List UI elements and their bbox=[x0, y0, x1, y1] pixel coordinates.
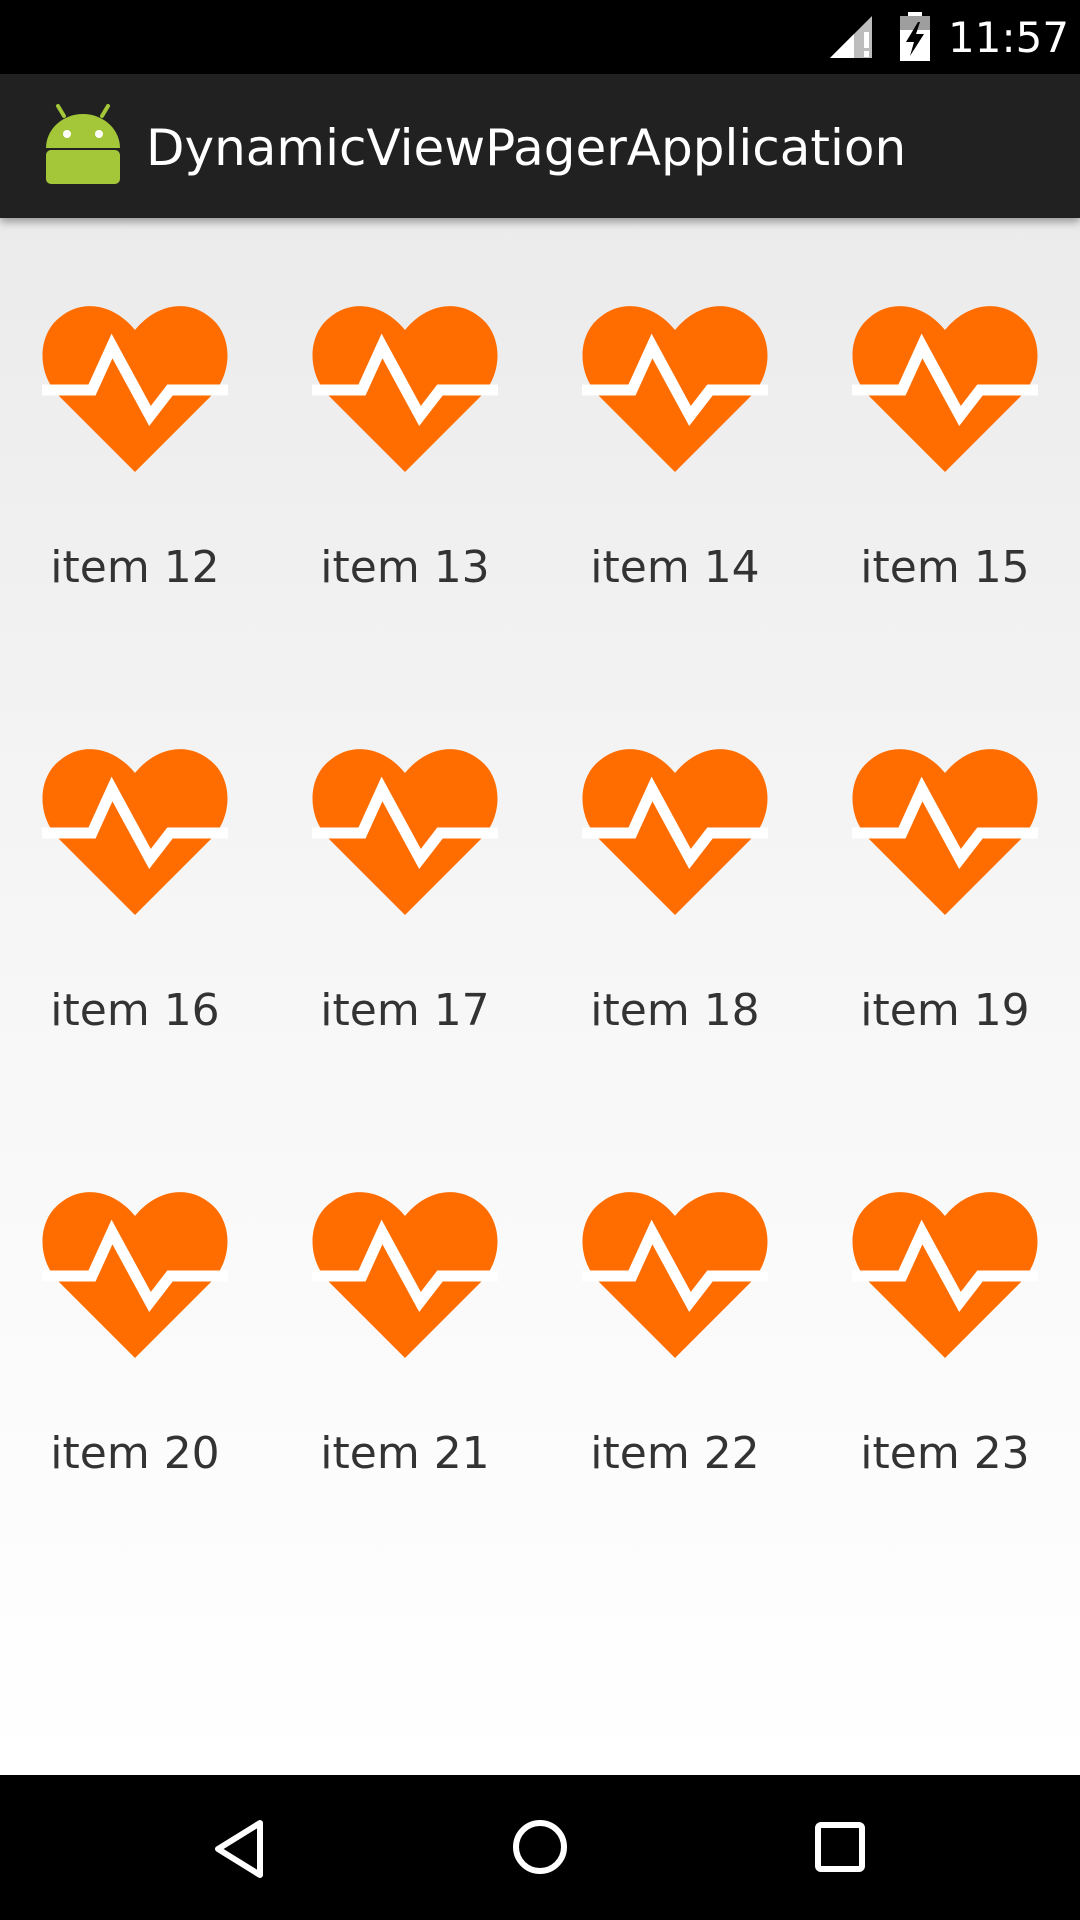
grid-row: item 16 item 17 item 18 item 19 bbox=[0, 661, 1080, 1104]
android-robot-icon bbox=[42, 104, 124, 190]
item-label: item 22 bbox=[590, 1428, 760, 1479]
action-bar: DynamicViewPagerApplication bbox=[0, 74, 1080, 218]
grid-item[interactable]: item 22 bbox=[540, 1104, 810, 1547]
app-title: DynamicViewPagerApplication bbox=[146, 119, 907, 177]
content-area: item 12 item 13 item 14 item 15 item 16 … bbox=[0, 218, 1080, 1775]
grid-item[interactable]: item 18 bbox=[540, 661, 810, 1104]
item-label: item 21 bbox=[320, 1428, 490, 1479]
recents-icon[interactable] bbox=[814, 1821, 866, 1877]
heart-pulse-icon bbox=[852, 306, 1038, 472]
grid-item[interactable]: item 13 bbox=[270, 218, 540, 661]
status-time: 11:57 bbox=[948, 13, 1070, 62]
grid-row: item 12 item 13 item 14 item 15 bbox=[0, 218, 1080, 661]
home-icon[interactable] bbox=[512, 1817, 568, 1881]
item-label: item 15 bbox=[860, 542, 1030, 593]
grid-item[interactable]: item 12 bbox=[0, 218, 270, 661]
grid-item[interactable]: item 23 bbox=[810, 1104, 1080, 1547]
heart-pulse-icon bbox=[42, 749, 228, 915]
grid-item[interactable]: item 14 bbox=[540, 218, 810, 661]
item-grid: item 12 item 13 item 14 item 15 item 16 … bbox=[0, 218, 1080, 1547]
heart-pulse-icon bbox=[312, 749, 498, 915]
screen: 11:57 DynamicViewPagerApplication item 1… bbox=[0, 0, 1080, 1920]
item-label: item 16 bbox=[50, 985, 220, 1036]
cellular-signal-alert-icon bbox=[828, 14, 876, 64]
grid-item[interactable]: item 21 bbox=[270, 1104, 540, 1547]
item-label: item 18 bbox=[590, 985, 760, 1036]
battery-charging-icon bbox=[898, 12, 932, 66]
navigation-bar bbox=[0, 1775, 1080, 1920]
heart-pulse-icon bbox=[582, 1192, 768, 1358]
item-label: item 20 bbox=[50, 1428, 220, 1479]
heart-pulse-icon bbox=[582, 306, 768, 472]
heart-pulse-icon bbox=[582, 749, 768, 915]
grid-item[interactable]: item 16 bbox=[0, 661, 270, 1104]
grid-item[interactable]: item 19 bbox=[810, 661, 1080, 1104]
item-label: item 14 bbox=[590, 542, 760, 593]
grid-row: item 20 item 21 item 22 item 23 bbox=[0, 1104, 1080, 1547]
item-label: item 13 bbox=[320, 542, 490, 593]
grid-item[interactable]: item 15 bbox=[810, 218, 1080, 661]
heart-pulse-icon bbox=[852, 1192, 1038, 1358]
grid-item[interactable]: item 20 bbox=[0, 1104, 270, 1547]
back-icon[interactable] bbox=[212, 1819, 268, 1883]
heart-pulse-icon bbox=[312, 1192, 498, 1358]
grid-item[interactable]: item 17 bbox=[270, 661, 540, 1104]
item-label: item 17 bbox=[320, 985, 490, 1036]
item-label: item 23 bbox=[860, 1428, 1030, 1479]
status-bar: 11:57 bbox=[0, 0, 1080, 74]
item-label: item 12 bbox=[50, 542, 220, 593]
heart-pulse-icon bbox=[852, 749, 1038, 915]
heart-pulse-icon bbox=[42, 306, 228, 472]
heart-pulse-icon bbox=[312, 306, 498, 472]
heart-pulse-icon bbox=[42, 1192, 228, 1358]
item-label: item 19 bbox=[860, 985, 1030, 1036]
